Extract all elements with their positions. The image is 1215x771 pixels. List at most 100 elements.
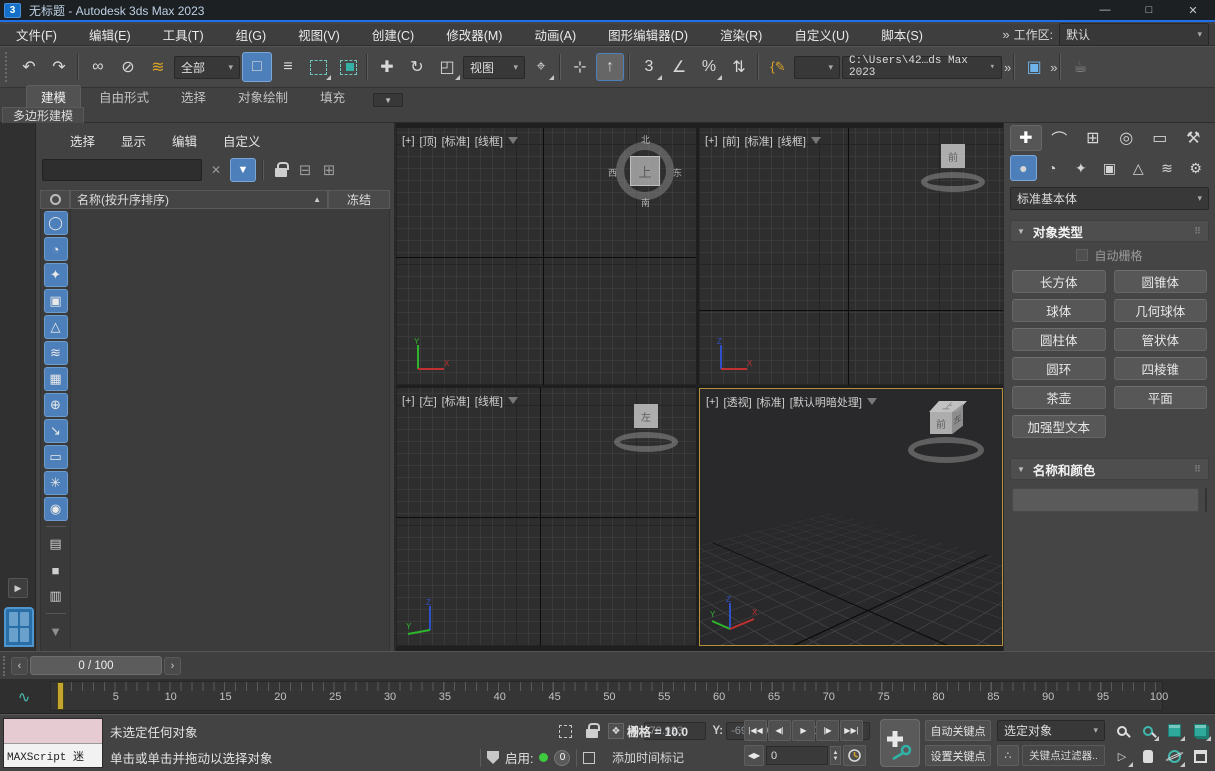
select-and-manipulate-button[interactable]: ⊹ [566, 53, 594, 81]
viewport-menu-button[interactable]: [+] [706, 396, 719, 408]
previous-frame-arrow[interactable]: ‹ [11, 656, 28, 675]
timeline-ruler[interactable]: 0510152025303540455055606570758085909510… [50, 681, 1168, 711]
viewcube[interactable]: 前 [921, 140, 985, 196]
play-button[interactable]: ▶ [792, 720, 815, 741]
reference-coordinate-dropdown[interactable]: 视图 [463, 55, 525, 79]
viewport-shading-label[interactable]: [默认明暗处理] [790, 394, 862, 410]
close-button[interactable]: ✕ [1171, 0, 1215, 20]
selection-filter-icon[interactable]: ▼ [230, 158, 256, 182]
lock-explorer-icon[interactable] [271, 160, 291, 180]
viewport-style-label[interactable]: [标准] [745, 133, 773, 149]
modify-tab[interactable]: ⌒ [1044, 125, 1076, 151]
per-view-filter-icon[interactable] [866, 398, 877, 410]
rectangular-selection-region-button[interactable] [304, 53, 332, 81]
object-type-button[interactable]: 四棱锥 [1113, 357, 1207, 380]
selection-region-status-icon[interactable] [556, 721, 576, 741]
name-color-rollout[interactable]: ▼ 名称和颜色 ⠿ [1010, 458, 1209, 480]
shapes-category[interactable]: ◔ [1039, 155, 1066, 181]
viewport-menu-button[interactable]: [+] [705, 135, 718, 147]
cameras-category[interactable]: ▣ [1096, 155, 1123, 181]
viewport-pov-label[interactable]: [前] [723, 133, 740, 149]
save-file-icon[interactable]: ▣ [1020, 53, 1048, 81]
filter-config-button[interactable]: ▼ [44, 619, 68, 643]
viewport-shading-label[interactable]: [线框] [778, 133, 806, 149]
create-key-button[interactable] [880, 719, 920, 767]
display-geometry-toggle[interactable]: ◯ [43, 211, 68, 235]
helpers-category[interactable]: △ [1125, 155, 1152, 181]
isolate-selection-icon[interactable] [583, 751, 596, 764]
object-type-button[interactable]: 加强型文本 [1012, 415, 1106, 438]
ribbon-tab-object-paint[interactable]: 对象绘制 [224, 86, 302, 107]
project-folder-dropdown[interactable]: C:\Users\42…ds Max 2023 [842, 55, 1002, 79]
unlink-selection-icon[interactable]: ⊘ [114, 53, 142, 81]
display-bones-toggle[interactable]: ↘ [43, 419, 68, 443]
viewport-top[interactable]: [+] [顶] [标准] [线框] 上 北 南 东 西 Y X [396, 128, 696, 385]
go-to-start-button[interactable]: |◀◀ [744, 720, 767, 741]
display-helpers-toggle[interactable]: △ [43, 315, 68, 339]
selection-filter-dropdown[interactable]: 全部 [174, 55, 240, 79]
create-tab[interactable]: ✚ [1010, 125, 1042, 151]
undo-button[interactable]: ↶ [15, 53, 43, 81]
display-containers-toggle[interactable]: ▭ [43, 445, 68, 469]
zoom-icon[interactable] [1110, 719, 1134, 742]
explorer-menu-select[interactable]: 选择 [70, 131, 95, 150]
time-slider-grip[interactable] [3, 655, 8, 676]
menu-create[interactable]: 创建(C) [356, 24, 430, 46]
maxscript-listener-field[interactable]: MAXScript 迷 [4, 744, 102, 767]
menu-overflow-icon[interactable]: » [1002, 27, 1009, 42]
menu-edit[interactable]: 编辑(E) [73, 24, 147, 46]
viewcube[interactable]: 上 北 南 东 西 [608, 135, 682, 208]
menu-views[interactable]: 视图(V) [282, 24, 356, 46]
per-view-filter-icon[interactable] [810, 137, 821, 149]
scene-security-shield-icon[interactable] [487, 751, 499, 764]
search-clear-icon[interactable]: ✕ [206, 160, 226, 180]
go-to-end-button[interactable]: ▶▶| [840, 720, 863, 741]
object-type-button[interactable]: 球体 [1012, 299, 1106, 322]
bind-to-space-warp-icon[interactable]: ≋ [144, 53, 172, 81]
viewport-layout-tab-icon[interactable] [4, 607, 34, 647]
geometry-category[interactable]: ● [1010, 155, 1037, 181]
menu-customize[interactable]: 自定义(U) [778, 24, 865, 46]
hierarchy-tab[interactable]: ⊞ [1077, 125, 1109, 151]
select-and-rotate-button[interactable]: ↻ [403, 53, 431, 81]
viewport-style-label[interactable]: [标准] [442, 133, 470, 149]
workspace-dropdown[interactable]: 默认 [1059, 23, 1209, 46]
key-filters-icon[interactable]: ∴ [997, 745, 1019, 766]
key-filters-button[interactable]: 关键点过滤器.. [1022, 745, 1105, 766]
snaps-toggle[interactable]: 3 [635, 53, 663, 81]
explorer-menu-edit[interactable]: 编辑 [172, 131, 197, 150]
object-type-button[interactable]: 长方体 [1012, 270, 1106, 293]
maximize-button[interactable]: □ [1127, 0, 1171, 20]
keyboard-shortcut-override-toggle[interactable]: ↑ [596, 53, 624, 81]
viewport-pov-label[interactable]: [顶] [420, 133, 437, 149]
menu-tools[interactable]: 工具(T) [147, 24, 220, 46]
viewport-menu-button[interactable]: [+] [402, 135, 415, 147]
systems-category[interactable]: ⚙ [1182, 155, 1209, 181]
space-warps-category[interactable]: ≋ [1154, 155, 1181, 181]
list-view-button[interactable]: ▤ [44, 532, 68, 556]
explorer-menu-customize[interactable]: 自定义 [223, 131, 261, 150]
primitive-category-dropdown[interactable]: 标准基本体 [1010, 187, 1209, 210]
time-configuration-icon[interactable] [843, 745, 866, 766]
viewport-menu-button[interactable]: [+] [402, 395, 415, 407]
ribbon-tab-populate[interactable]: 填充 [306, 86, 359, 107]
select-by-name-button[interactable]: ≡ [274, 53, 302, 81]
toolbar-overflow-icon-2[interactable]: » [1050, 60, 1057, 75]
angle-snap-toggle[interactable]: ∠ [665, 53, 693, 81]
menu-modifiers[interactable]: 修改器(M) [430, 24, 518, 46]
ribbon-panel-polygon-modeling[interactable]: 多边形建模 [2, 107, 85, 123]
expand-all-icon[interactable]: ⊟ [295, 160, 315, 180]
absolute-mode-toggle[interactable]: ❖ [607, 723, 624, 739]
zoom-extents-icon[interactable] [1162, 719, 1186, 742]
object-type-button[interactable]: 平面 [1113, 386, 1207, 409]
flat-view-button[interactable]: ■ [44, 558, 68, 582]
viewport-pov-label[interactable]: [透视] [724, 394, 752, 410]
select-and-move-button[interactable]: ✚ [373, 53, 401, 81]
display-space-warps-toggle[interactable]: ≋ [43, 341, 68, 365]
viewcube[interactable]: 左 [614, 400, 678, 456]
per-view-filter-icon[interactable] [507, 137, 518, 149]
select-object-button[interactable]: □ [242, 52, 272, 82]
maxscript-macro-field[interactable] [4, 719, 102, 744]
zoom-extents-all-icon[interactable] [1188, 719, 1212, 742]
object-name-input[interactable] [1012, 488, 1199, 512]
